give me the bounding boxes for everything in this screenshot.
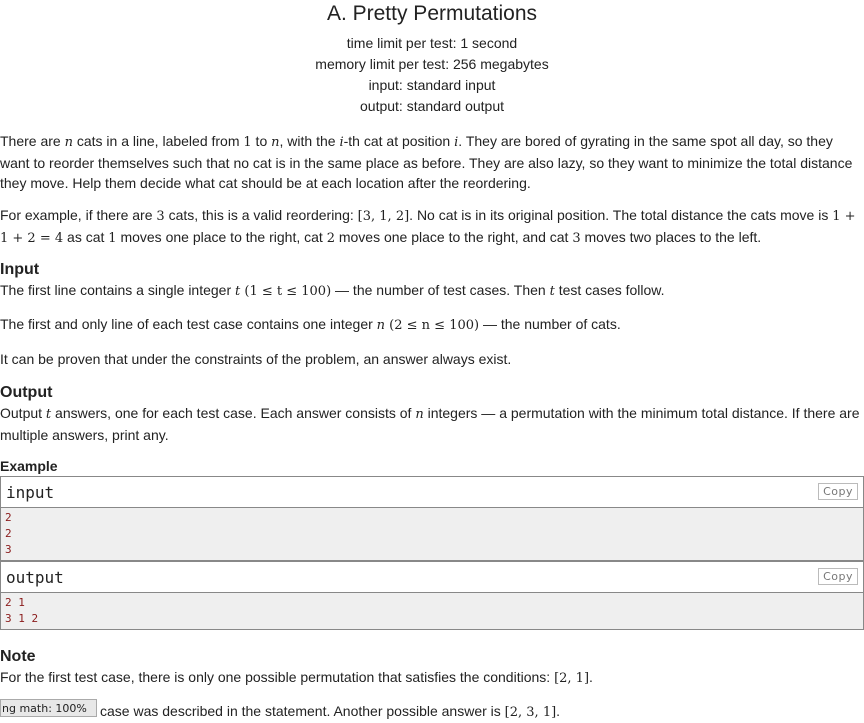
sample-input-header: input Copy <box>1 477 863 508</box>
input-paragraph-1: The first line contains a single integer… <box>0 282 665 299</box>
note-section-title: Note <box>0 648 36 665</box>
problem-title: A. Pretty Permutations <box>326 2 538 25</box>
math-rendering-badge: ng math: 100% <box>0 699 97 717</box>
input-paragraph-2: The first and only line of each test cas… <box>0 316 621 333</box>
example-title: Example <box>0 458 58 474</box>
sample-input-label: input <box>6 483 55 502</box>
sample-output-line: 2 1 <box>5 596 25 609</box>
sample-output-label: output <box>6 568 64 587</box>
sample-output-box: output Copy 2 1 3 1 2 <box>0 561 864 630</box>
input-section-title: Input <box>0 261 40 278</box>
time-limit: time limit per test: 1 second <box>346 35 518 51</box>
sample-input-box: input Copy 2 2 3 <box>0 476 864 561</box>
note-paragraph-1: For the first test case, there is only o… <box>0 669 593 686</box>
copy-input-button[interactable]: Copy <box>818 483 858 500</box>
output-section-title: Output <box>0 384 53 401</box>
note-paragraph-2: case was described in the statement. Ano… <box>100 703 561 720</box>
sample-output-content: 2 1 3 1 2 <box>1 593 863 629</box>
sample-output-line: 3 1 2 <box>5 612 39 625</box>
statement-paragraph-1: There are n cats in a line, labeled from… <box>0 133 853 191</box>
sample-input-line: 3 <box>5 543 12 556</box>
input-spec: input: standard input <box>368 77 496 93</box>
sample-input-content: 2 2 3 <box>1 508 863 560</box>
sample-input-line: 2 <box>5 511 12 524</box>
statement-paragraph-2: For example, if there are 3 cats, this i… <box>0 207 856 246</box>
input-paragraph-3: It can be proven that under the constrai… <box>0 351 512 367</box>
sample-input-line: 2 <box>5 527 12 540</box>
copy-output-button[interactable]: Copy <box>818 568 858 585</box>
sample-output-header: output Copy <box>1 562 863 593</box>
output-paragraph-1: Output t answers, one for each test case… <box>0 405 860 443</box>
output-spec: output: standard output <box>360 98 504 114</box>
memory-limit: memory limit per test: 256 megabytes <box>315 56 549 72</box>
